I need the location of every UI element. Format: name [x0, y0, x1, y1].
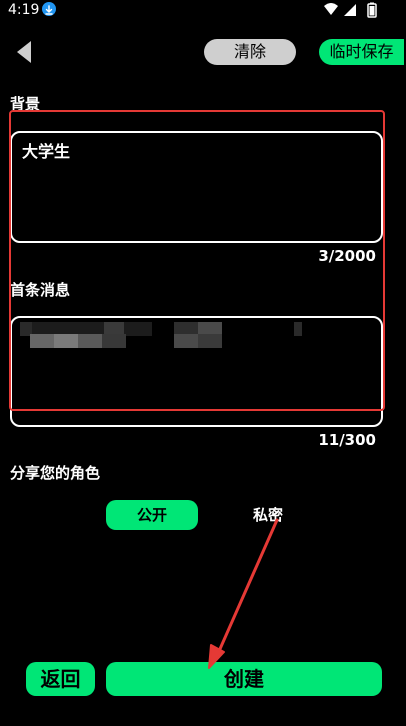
download-icon [42, 2, 56, 16]
private-option-button[interactable]: 私密 [222, 500, 314, 530]
temp-save-button[interactable]: 临时保存 [319, 39, 404, 65]
create-button[interactable]: 创建 [106, 662, 382, 696]
status-icons [324, 2, 382, 18]
signal-icon [344, 4, 356, 16]
status-time: 4:19 [8, 2, 40, 18]
first-message-char-counter: 11/300 [318, 431, 376, 449]
public-option-button[interactable]: 公开 [106, 500, 198, 530]
back-arrow-icon [17, 41, 31, 63]
back-button[interactable] [12, 38, 36, 66]
wifi-icon [324, 3, 338, 15]
annotation-highlight-box [9, 110, 385, 411]
status-bar: 4:19 [0, 0, 406, 20]
battery-icon [367, 2, 377, 18]
clear-button[interactable]: 清除 [204, 39, 296, 65]
return-button[interactable]: 返回 [26, 662, 95, 696]
share-character-label: 分享您的角色 [10, 464, 101, 482]
